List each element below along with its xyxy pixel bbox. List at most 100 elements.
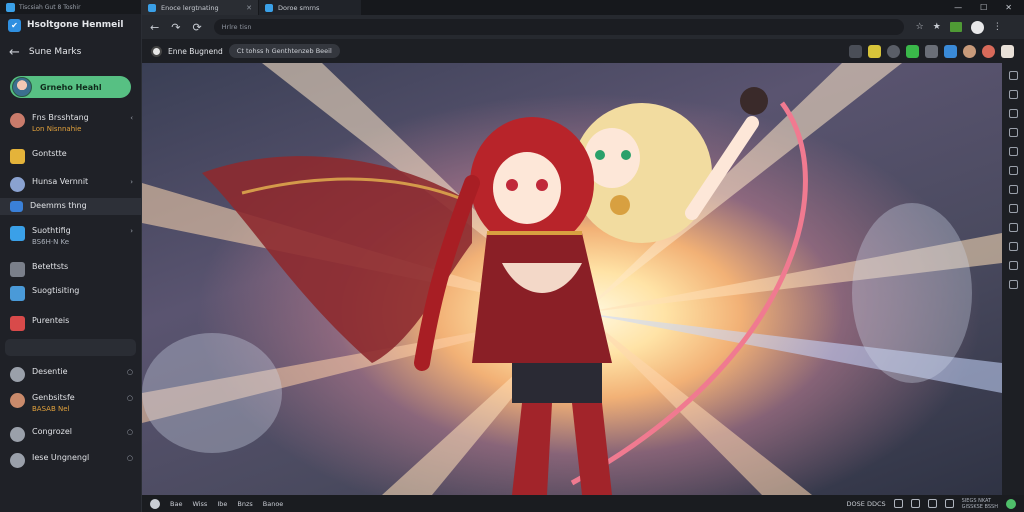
back-icon[interactable]: ← [150, 21, 159, 34]
bottom-status-text: DOSE DDCS [846, 499, 886, 508]
sidebar-item[interactable]: Suogtisiting [0, 285, 141, 315]
sidebar-item[interactable]: Suothtifig BS6H·N Ke › [0, 215, 141, 253]
browser-window: Enoce lergtnating ✕ Doroe smrns — ☐ ✕ ← … [142, 0, 1024, 512]
page-header: Enne Bugnend Ct tohss h Genthtenzeb Beei… [142, 39, 1024, 63]
rail-icon[interactable] [1008, 109, 1018, 118]
close-icon[interactable]: ✕ [246, 4, 252, 12]
grid-icon [10, 201, 23, 212]
tab-bar: Enoce lergtnating ✕ Doroe smrns — ☐ ✕ [142, 0, 1024, 15]
bottom-link[interactable]: Wiss [192, 500, 207, 508]
bottom-bar-right: DOSE DDCS SIEGS NKAT GISSKSE BSSH [847, 498, 1024, 510]
sidebar-item-text: Genbsitsfe BASAB Nel [32, 392, 120, 414]
app-logo-icon [6, 2, 15, 12]
forward-icon[interactable]: ↷ [171, 21, 180, 34]
sidebar-title-text: Hsoltgone Henmeil [27, 20, 124, 30]
search-chip[interactable]: Ct tohss h Genthtenzeb Beeil [228, 44, 340, 58]
close-window-icon[interactable]: ✕ [1005, 3, 1012, 12]
avatar-icon[interactable] [982, 44, 995, 58]
rail-icon[interactable] [1008, 185, 1018, 194]
rail-icon[interactable] [1008, 242, 1018, 251]
chevron-icon: ‹ [130, 114, 133, 122]
sidebar-item-label: Fns Brsshtang [32, 113, 89, 122]
puzzle-icon[interactable] [868, 44, 881, 58]
circle-icon: ○ [126, 394, 133, 402]
rail-icon[interactable] [1008, 261, 1018, 270]
sidebar-list: Fns Brsshtang Lon Nisnnahie ‹ Gontstte H… [0, 112, 141, 474]
browser-toolbar: ← ↷ ⟳ Hrlre tisn ☆ ★ ⋮ [142, 15, 1024, 39]
rail-icon[interactable] [1008, 280, 1018, 289]
avatar-icon[interactable] [1001, 44, 1014, 58]
sidebar-item[interactable]: Genbsitsfe BASAB Nel ○ [0, 386, 141, 422]
sidebar-item-label: Gontstte [32, 149, 67, 158]
gear-icon [10, 453, 25, 468]
maximize-icon[interactable]: ☐ [980, 3, 987, 12]
rail-icon[interactable] [1008, 90, 1018, 99]
rail-icon[interactable] [1008, 223, 1018, 232]
sidebar-item[interactable]: Betettsts [0, 253, 141, 285]
back-button[interactable]: ← Sune Marks [0, 36, 141, 68]
sidebar-item[interactable]: Gontstte [0, 148, 141, 176]
avatar [12, 77, 32, 97]
window-controls: — ☐ ✕ [954, 0, 1024, 15]
sidebar-item[interactable]: Iese Ungnengl ○ [0, 448, 141, 474]
sidebar-item[interactable]: Hunsa Vernnit › [0, 176, 141, 198]
people-icon [10, 367, 25, 382]
rail-icon[interactable] [1008, 71, 1018, 80]
app-icon [10, 226, 25, 241]
share-icon[interactable] [887, 44, 900, 58]
tab-inactive[interactable]: Doroe smrns [259, 0, 361, 15]
user-icon [10, 177, 25, 192]
artwork-illustration [142, 63, 1002, 495]
cloud-icon[interactable] [925, 44, 938, 58]
sidebar-item[interactable]: Fns Brsshtang Lon Nisnnahie ‹ [0, 112, 141, 148]
minimize-icon[interactable]: — [954, 3, 962, 12]
bookmark-star-icon[interactable]: ☆ [916, 22, 924, 32]
rail-icon[interactable] [1008, 147, 1018, 156]
bottom-link[interactable]: Bnzs [237, 500, 252, 508]
circle-icon: ○ [126, 454, 133, 462]
camera-icon[interactable] [910, 499, 920, 508]
sidebar-item-label: Desentie [32, 367, 68, 376]
sidebar-search-bar[interactable] [5, 339, 136, 356]
rail-icon[interactable] [1008, 128, 1018, 137]
profile-icon[interactable] [970, 20, 984, 34]
favorites-icon[interactable]: ★ [933, 22, 941, 32]
chart-icon[interactable] [944, 499, 954, 508]
grid-icon[interactable] [893, 499, 903, 508]
layout-icon[interactable] [927, 499, 937, 508]
tab-active[interactable]: Enoce lergtnating ✕ [142, 0, 258, 15]
bottom-link[interactable]: Banoe [263, 500, 284, 508]
chevron-icon: › [130, 178, 133, 186]
profile-pill-label: Grneho Heahl [40, 82, 102, 92]
sidebar-item-active[interactable]: Deemms thng [0, 198, 141, 215]
camera-icon[interactable] [849, 44, 862, 58]
avatar-icon [10, 113, 25, 128]
rail-icon[interactable] [1008, 166, 1018, 175]
address-bar[interactable]: Hrlre tisn [213, 19, 904, 35]
more-menu-icon[interactable]: ⋮ [993, 22, 1002, 32]
bottom-link[interactable]: Ibe [217, 500, 227, 508]
sidebar-item-label: Suogtisiting [32, 286, 80, 295]
chevron-logo-icon: ✔ [8, 18, 21, 32]
sidebar-item[interactable]: Desentie ○ [0, 360, 141, 386]
bottom-stack-text: SIEGS NKAT GISSKSE BSSH [961, 497, 998, 510]
spark-icon[interactable] [906, 44, 919, 58]
circle-icon: ○ [126, 368, 133, 376]
sidebar-item[interactable]: Congrozel ○ [0, 422, 141, 448]
reload-icon[interactable]: ⟳ [192, 21, 201, 34]
profile-pill-button[interactable]: Grneho Heahl [10, 76, 131, 98]
circle-icon: ○ [126, 428, 133, 436]
sidebar-item-label: Betettsts [32, 262, 69, 271]
extension-icon[interactable] [949, 22, 962, 32]
chevron-icon: › [130, 227, 133, 235]
sidebar-item[interactable]: Purenteis [0, 315, 141, 335]
sidebar-item-label: Hunsa Vernnit [32, 177, 89, 186]
sidebar-title: ✔ Hsoltgone Henmeil [0, 14, 141, 36]
avatar-icon[interactable] [963, 44, 976, 58]
bottom-link[interactable]: Bae [170, 500, 182, 508]
rail-icon[interactable] [1008, 204, 1018, 213]
sidebar-app-header: Tiscsiah Gut 8 Toshir [0, 0, 141, 14]
image-icon[interactable] [944, 44, 957, 58]
channel-name[interactable]: Enne Bugnend [168, 47, 223, 56]
right-rail [1002, 63, 1024, 495]
